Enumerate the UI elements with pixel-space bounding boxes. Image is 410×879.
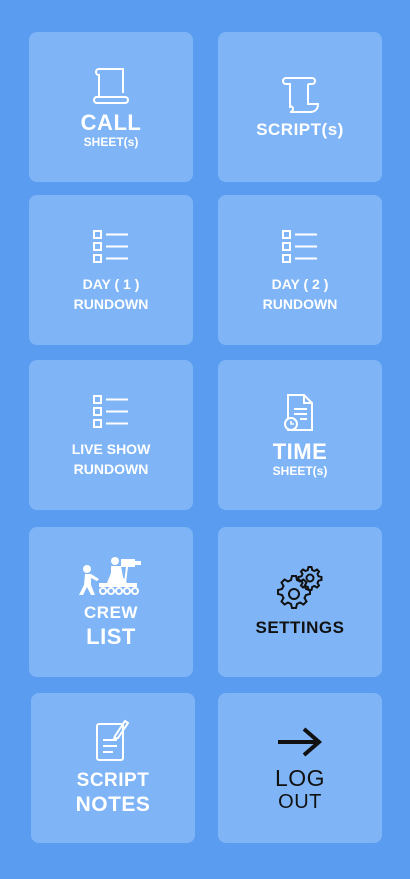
out-label: OUT (278, 791, 322, 813)
crew-list-button[interactable]: CREW LIST (29, 527, 193, 677)
sheets-label: SHEET(s) (272, 464, 328, 478)
call-sheets-button[interactable]: CALL SHEET(s) (29, 32, 193, 182)
list-label: LIST (86, 624, 136, 649)
film-crew-icon (79, 557, 141, 595)
checklist-icon (282, 230, 317, 263)
time-label: TIME (272, 439, 328, 464)
time-sheets-button[interactable]: TIME SHEET(s) (218, 360, 382, 510)
log-label: LOG (274, 765, 326, 791)
scroll-icon (282, 77, 320, 113)
notes-label: NOTES (75, 793, 151, 816)
day2-label: DAY ( 2 ) (271, 276, 329, 292)
live-show-rundown-button[interactable]: LIVE SHOW RUNDOWN (29, 360, 193, 510)
arrow-right-icon (278, 727, 323, 757)
rundown-label: RUNDOWN (262, 296, 338, 312)
day2-rundown-button[interactable]: DAY ( 2 ) RUNDOWN (218, 195, 382, 345)
timesheet-icon (284, 394, 313, 431)
live-show-label: LIVE SHOW (71, 441, 151, 457)
scripts-label: SCRIPT(s) (256, 120, 344, 139)
rundown-label: RUNDOWN (73, 461, 149, 477)
scripts-button[interactable]: SCRIPT(s) (218, 32, 382, 182)
script-label: SCRIPT (76, 770, 150, 791)
scroll-icon (93, 68, 129, 104)
settings-label: SETTINGS (255, 618, 345, 637)
crew-label: CREW (84, 603, 138, 622)
logout-button[interactable]: LOG OUT (218, 693, 382, 843)
checklist-icon (93, 395, 128, 428)
settings-button[interactable]: SETTINGS (218, 527, 382, 677)
call-label: CALL (80, 110, 142, 135)
gears-icon (277, 566, 323, 609)
day1-rundown-button[interactable]: DAY ( 1 ) RUNDOWN (29, 195, 193, 345)
notes-icon (96, 719, 130, 761)
sheets-label: SHEET(s) (83, 135, 139, 149)
script-notes-button[interactable]: SCRIPT NOTES (31, 693, 195, 843)
day1-label: DAY ( 1 ) (82, 276, 140, 292)
rundown-label: RUNDOWN (73, 296, 149, 312)
checklist-icon (93, 230, 128, 263)
